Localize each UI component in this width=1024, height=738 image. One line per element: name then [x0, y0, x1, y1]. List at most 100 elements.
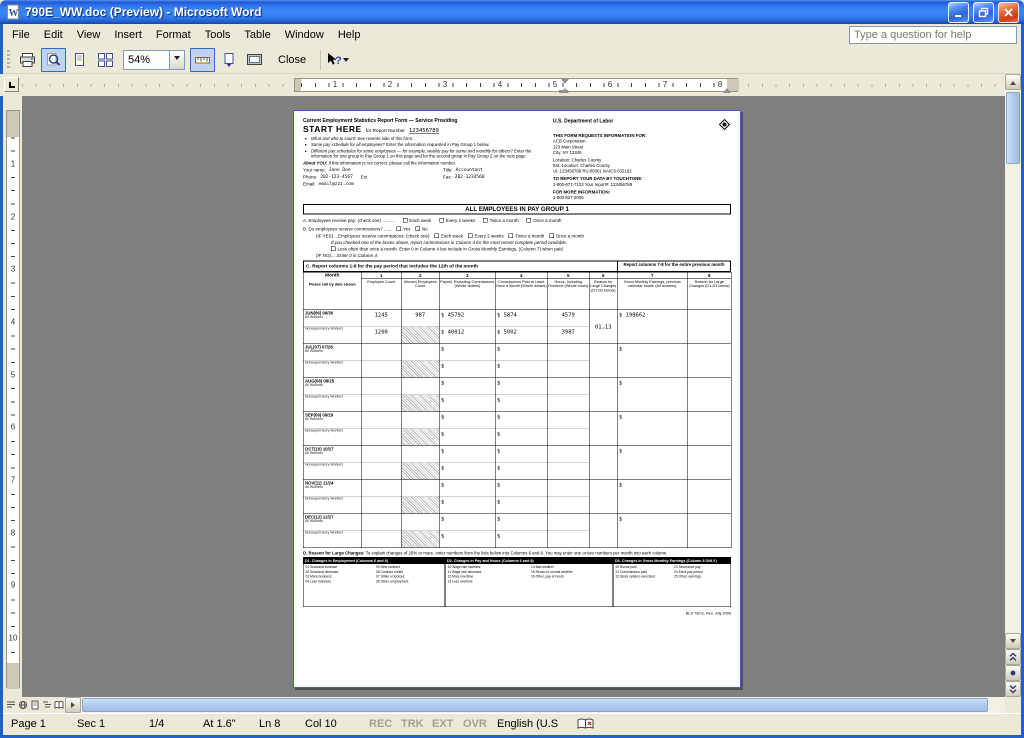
cell: $ [439, 429, 495, 446]
month-cell: Nonsupervisory Workers [303, 497, 361, 514]
horizontal-scrollbar[interactable] [65, 697, 1005, 713]
toolbar-grip[interactable] [7, 50, 10, 70]
section-d-text: To explain changes of 25% or more, enter… [365, 550, 668, 555]
hatched-cell [401, 395, 439, 412]
menu-format[interactable]: Format [149, 26, 198, 44]
normal-view-button[interactable] [5, 699, 16, 712]
zoom-combo[interactable]: 54% [123, 50, 185, 70]
document-page[interactable]: Current Employment Statistics Report For… [293, 110, 741, 688]
table-row: JUL(07) 07/28All Workers $ $ $ [303, 344, 731, 361]
ruler-strip[interactable]: 1 2 3 4 5 6 7 8 [294, 78, 738, 92]
cell [687, 446, 731, 480]
ruler-ticks [295, 79, 737, 91]
report-table: Month Please call by date shown 1 2 3 4 … [303, 272, 732, 548]
cell [589, 514, 617, 548]
vertical-scroll-thumb[interactable] [1006, 92, 1020, 164]
contact-row: Your name:Jane Doe Title:Accountant [303, 168, 547, 173]
view-ruler-button[interactable] [190, 48, 215, 72]
ruler-number: 10 [7, 634, 19, 643]
cell: $ [439, 463, 495, 480]
zoom-dropdown-arrow[interactable] [169, 51, 184, 69]
bullet-item: Same pay schedule for all employees? Ent… [311, 142, 547, 147]
scroll-right-button[interactable] [65, 697, 81, 713]
col-header: Reason for Large Changes (D1-D2 below) [589, 279, 617, 310]
status-trk-toggle[interactable]: TRK [401, 718, 424, 730]
scroll-down-button[interactable] [1005, 633, 1021, 649]
month-cell: DEC(12) 12/27All Workers [303, 514, 361, 531]
toolbar-separator [320, 50, 321, 70]
next-page-button[interactable] [1005, 681, 1021, 697]
spelling-status-icon[interactable] [577, 717, 594, 734]
left-tab-icon [9, 82, 15, 88]
status-ovr-toggle[interactable]: OVR [463, 718, 487, 730]
checkbox-once-a-month [527, 218, 532, 223]
shrink-to-fit-button[interactable] [216, 48, 241, 72]
vertical-scrollbar[interactable] [1005, 74, 1021, 697]
vertical-ruler-strip[interactable]: 1 2 3 4 5 6 7 8 9 10 [6, 110, 20, 688]
horizontal-scroll-thumb[interactable] [82, 698, 988, 712]
cell [361, 446, 401, 463]
vertical-ruler[interactable]: 1 2 3 4 5 6 7 8 9 10 [3, 96, 22, 697]
help-button[interactable]: ? [325, 48, 350, 72]
outline-view-button[interactable] [41, 699, 52, 712]
close-button[interactable] [998, 2, 1019, 23]
menu-window[interactable]: Window [278, 26, 331, 44]
form-header: Current Employment Statistics Report For… [303, 118, 731, 201]
restore-button[interactable] [973, 2, 994, 23]
status-bar: Page 1 Sec 1 1/4 At 1.6" Ln 8 Col 10 REC… [3, 713, 1021, 735]
cell: $ 45792 [439, 310, 495, 327]
question-help-input[interactable] [850, 29, 1016, 41]
menu-table[interactable]: Table [237, 26, 277, 44]
print-button[interactable] [15, 48, 40, 72]
menu-tools[interactable]: Tools [198, 26, 238, 44]
status-rec-toggle[interactable]: REC [369, 718, 392, 730]
right-indent-marker[interactable] [723, 84, 731, 93]
menu-edit[interactable]: Edit [37, 26, 70, 44]
status-line: Ln 8 [259, 718, 280, 730]
multiple-pages-button[interactable] [93, 48, 118, 72]
close-preview-button[interactable]: Close [268, 48, 316, 72]
web-layout-view-button[interactable] [17, 699, 28, 712]
ruler-number: 8 [7, 529, 19, 538]
menu-view[interactable]: View [70, 26, 108, 44]
left-indent-marker[interactable] [559, 90, 568, 93]
month-cell: SEP(09) 09/29All Workers [303, 412, 361, 429]
horizontal-ruler[interactable]: 1 2 3 4 5 6 7 8 [0, 74, 1005, 96]
cell [361, 497, 401, 514]
menu-file[interactable]: File [5, 26, 37, 44]
cell [361, 395, 401, 412]
hatched-cell [401, 531, 439, 548]
status-language[interactable]: English (U.S [497, 718, 558, 730]
cell [361, 463, 401, 480]
menu-insert[interactable]: Insert [107, 26, 149, 44]
cell [547, 531, 589, 548]
menu-help[interactable]: Help [331, 26, 368, 44]
one-page-button[interactable] [67, 48, 92, 72]
ruler-number: 7 [662, 79, 668, 91]
status-section[interactable]: Sec 1 [77, 718, 105, 730]
full-screen-button[interactable] [242, 48, 267, 72]
minimize-button[interactable] [948, 2, 969, 23]
reading-layout-view-button[interactable] [53, 699, 64, 712]
cell [401, 412, 439, 429]
previous-page-button[interactable] [1005, 649, 1021, 665]
top-margin-zone [7, 111, 19, 137]
tab-stop-selector[interactable] [4, 77, 19, 92]
month-cell: AUG(08) 08/25All Workers [303, 378, 361, 395]
status-page-of[interactable]: 1/4 [149, 718, 164, 730]
form-header-left: Current Employment Statistics Report For… [303, 118, 553, 201]
cell [401, 344, 439, 361]
help-dropdown-arrow[interactable] [343, 58, 349, 65]
email-label: Email: [303, 182, 316, 187]
magnifier-button[interactable] [41, 48, 66, 72]
title-bar[interactable]: W 790E_WW.doc (Preview) - Microsoft Word [0, 0, 1024, 24]
print-layout-view-button[interactable] [29, 699, 40, 712]
status-ext-toggle[interactable]: EXT [432, 718, 453, 730]
dept-of-labor-label: U.S. Department of Labor [553, 118, 613, 125]
cell: $ [495, 412, 547, 429]
select-browse-object-button[interactable] [1005, 665, 1021, 681]
status-page[interactable]: Page 1 [11, 718, 46, 730]
hatched-cell [401, 463, 439, 480]
option-label: Each week [409, 218, 431, 223]
scroll-up-button[interactable] [1005, 74, 1021, 90]
